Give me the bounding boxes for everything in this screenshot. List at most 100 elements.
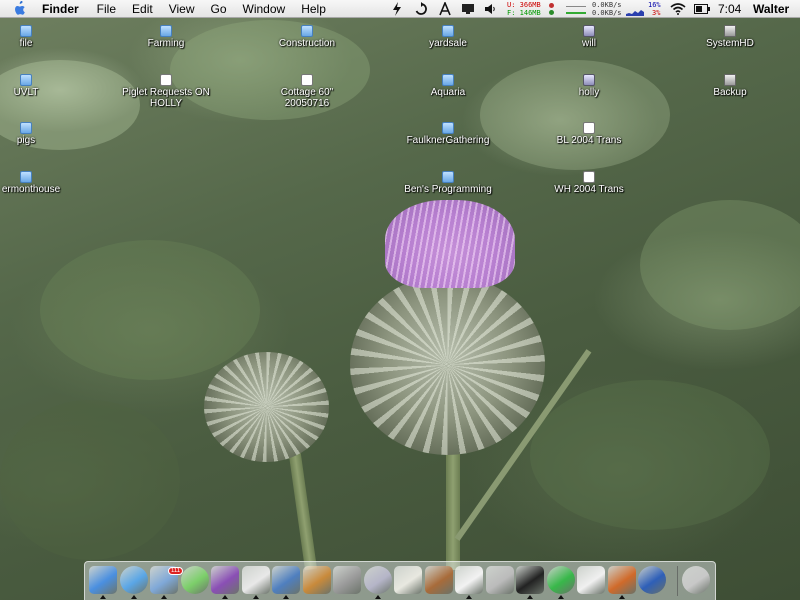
dock-running-indicator — [222, 595, 228, 599]
desktop-icon-will[interactable]: will — [534, 25, 644, 49]
desktop-icon-cottage[interactable]: Cottage 60" 20050716 — [252, 74, 362, 109]
sync-icon[interactable] — [414, 2, 428, 16]
net-activity-icon — [549, 3, 554, 8]
dock-preview-icon[interactable] — [272, 566, 300, 594]
folder-icon — [442, 74, 454, 86]
document-icon — [160, 74, 172, 86]
desktop-icon-bens-programming[interactable]: Ben's Programming — [393, 171, 503, 195]
menu-file[interactable]: File — [97, 2, 116, 16]
desktop-icon-construction[interactable]: Construction — [252, 25, 362, 49]
apple-menu-icon[interactable] — [13, 1, 27, 17]
dock-chipmunk-icon[interactable] — [424, 566, 453, 594]
memory-used: U: 366MB — [507, 1, 541, 9]
dock-running-indicator — [283, 595, 289, 599]
thistle-bud-large — [350, 275, 545, 455]
menu-edit[interactable]: Edit — [132, 2, 153, 16]
folder-icon — [442, 171, 454, 183]
menu-window[interactable]: Window — [243, 2, 286, 16]
folder-icon — [301, 25, 313, 37]
desktop-icon-farming[interactable]: Farming — [111, 25, 221, 49]
desktop-icon-piglet-requests[interactable]: Piglet Requests ON HOLLY — [111, 74, 221, 109]
menu-finder[interactable]: Finder — [42, 2, 79, 16]
document-icon — [583, 122, 595, 134]
dock-trash-icon[interactable] — [682, 566, 710, 594]
thistle-flower — [385, 200, 515, 288]
dock-running-indicator — [130, 595, 137, 599]
desktop-icon-pigs[interactable]: pigs — [0, 122, 81, 146]
desktop-icon-backup[interactable]: Backup — [675, 74, 785, 98]
desktop-icon-faulknergathering[interactable]: FaulknerGathering — [393, 122, 503, 146]
cpu-graph — [626, 10, 644, 16]
dock-running-indicator — [466, 595, 472, 599]
foliage — [640, 200, 800, 330]
cpu-user: 16% — [648, 1, 661, 9]
dock-running-indicator — [557, 595, 564, 599]
dock-iphoto-icon[interactable] — [211, 566, 239, 594]
dock-calculator-icon[interactable] — [333, 566, 361, 594]
desktop-icon-holly[interactable]: holly — [534, 74, 644, 98]
dock-disk-utility-icon[interactable] — [363, 566, 392, 594]
desktop-icon-file[interactable]: file — [0, 25, 81, 49]
dock-itunes-icon[interactable] — [180, 566, 209, 594]
script-icon[interactable] — [392, 2, 402, 16]
net-activity-icon — [549, 10, 554, 15]
desktop-icon-systemhd[interactable]: SystemHD — [675, 25, 785, 49]
desktop-icon-wh-2004-trans[interactable]: WH 2004 Trans — [534, 171, 644, 195]
foliage — [40, 240, 260, 380]
desktop-icon-yardsale[interactable]: yardsale — [393, 25, 503, 49]
dock-textedit-icon[interactable] — [394, 566, 422, 594]
folder-icon — [442, 25, 454, 37]
wifi-icon[interactable] — [670, 3, 686, 15]
menu-bar: Finder File Edit View Go Window Help U: … — [0, 0, 800, 18]
dock-running-indicator — [100, 595, 106, 599]
dock-running-indicator — [618, 595, 625, 599]
net-up-rate: 0.0KB/s — [592, 1, 622, 9]
fast-user-switch[interactable]: Walter — [753, 2, 789, 16]
dock-safari-icon[interactable] — [119, 566, 148, 594]
foliage — [530, 380, 770, 530]
desktop-icon-ermonthouse[interactable]: ermonthouse — [0, 171, 86, 195]
folder-icon — [160, 25, 172, 37]
net-graph — [566, 6, 586, 7]
menu-list: Finder File Edit View Go Window Help — [42, 2, 342, 16]
dock-running-indicator — [527, 595, 533, 599]
dock-firefox-icon[interactable] — [607, 566, 636, 594]
airport-icon[interactable] — [438, 2, 452, 16]
dock-terminal-icon[interactable] — [516, 566, 544, 594]
thistle-stem — [287, 439, 317, 571]
folder-icon — [20, 25, 32, 37]
dock-running-indicator — [161, 595, 167, 599]
dock-bbedit-icon[interactable] — [638, 566, 666, 594]
dock-panda-icon[interactable] — [241, 566, 270, 594]
menu-view[interactable]: View — [169, 2, 195, 16]
net-down-rate: 0.0KB/s — [592, 9, 622, 17]
dock-running-indicator — [252, 595, 259, 599]
document-icon — [583, 171, 595, 183]
server-icon — [583, 25, 595, 37]
desktop-icon-bl-2004-trans[interactable]: BL 2004 Trans — [534, 122, 644, 146]
volume-icon[interactable] — [484, 3, 496, 15]
dock-cube-icon[interactable] — [546, 566, 575, 594]
dock-font-book-icon[interactable] — [455, 566, 483, 594]
menu-help[interactable]: Help — [301, 2, 326, 16]
dock-finder-icon[interactable] — [89, 566, 117, 594]
thistle-bud-small — [204, 352, 329, 462]
dock-ical-icon[interactable] — [577, 566, 605, 594]
menu-clock[interactable]: 7:04 — [718, 2, 741, 16]
mail-unread-badge: 111 — [168, 567, 184, 575]
document-icon — [301, 74, 313, 86]
desktop-icon-uvlt[interactable]: UVLT — [0, 74, 81, 98]
battery-icon[interactable] — [694, 4, 710, 14]
menu-go[interactable]: Go — [211, 2, 227, 16]
dock-system-profiler-icon[interactable] — [485, 566, 514, 594]
folder-icon — [20, 122, 32, 134]
dock-address-book-icon[interactable] — [302, 566, 331, 594]
thistle-stem — [446, 440, 460, 570]
hard-disk-icon — [724, 74, 736, 86]
dock-separator — [677, 566, 678, 596]
server-icon — [583, 74, 595, 86]
display-icon[interactable] — [461, 3, 475, 15]
foliage — [0, 400, 180, 560]
desktop-icon-aquaria[interactable]: Aquaria — [393, 74, 503, 98]
memory-free: F: 146MB — [507, 9, 541, 17]
